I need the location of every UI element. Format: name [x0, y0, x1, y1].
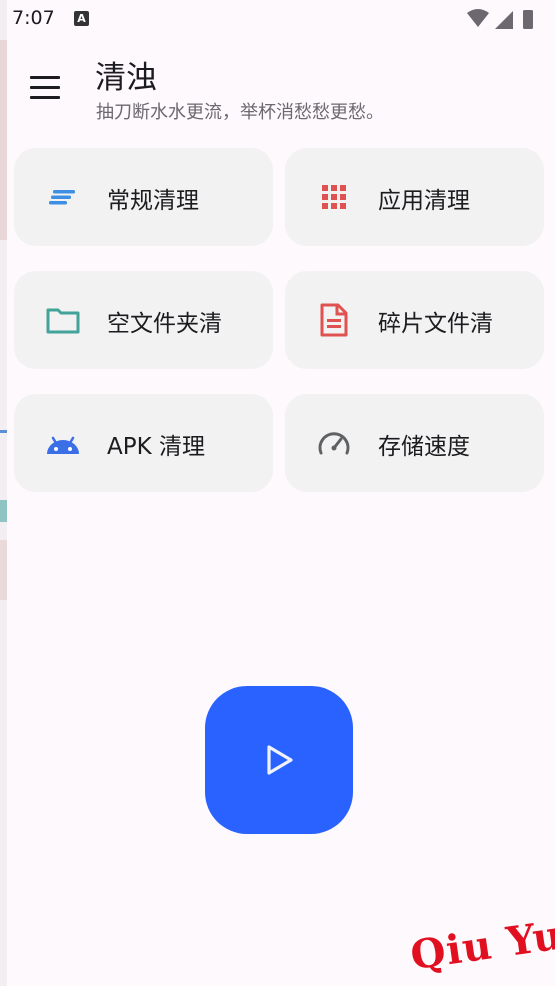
grid-icon — [322, 185, 346, 209]
status-icons — [467, 9, 533, 29]
android-icon — [47, 436, 79, 454]
lines-icon — [49, 190, 75, 205]
edge-bar — [0, 500, 7, 522]
status-bar: 7:07 A — [7, 0, 555, 38]
tile-label: 碎片文件清 — [378, 311, 493, 337]
battery-icon — [523, 10, 533, 29]
tile-label: 应用清理 — [378, 188, 470, 214]
app-subtitle: 抽刀断水水更流，举杯消愁愁更愁。 — [96, 102, 384, 123]
tile-storage-speed[interactable]: 存储速度 — [285, 394, 544, 492]
tile-apk-clean[interactable]: APK 清理 — [14, 394, 273, 492]
text-a-icon: A — [74, 11, 89, 26]
status-time: 7:07 — [12, 7, 55, 29]
edge-image — [0, 40, 7, 240]
app-title: 清浊 — [95, 60, 157, 96]
wifi-icon — [467, 9, 489, 27]
tile-label: APK 清理 — [107, 434, 205, 460]
folder-icon — [46, 308, 80, 334]
hamburger-menu-icon[interactable] — [25, 70, 65, 104]
tile-app-clean[interactable]: 应用清理 — [285, 148, 544, 246]
document-icon — [320, 303, 348, 337]
tile-label: 常规清理 — [107, 188, 199, 214]
background-app-edge — [0, 0, 7, 986]
cell-signal-icon — [495, 11, 513, 29]
speedometer-icon — [318, 432, 350, 455]
watermark: Qiu Yue — [407, 907, 555, 980]
screen: 7:07 A 清浊 抽刀断水水更流，举杯消愁愁更愁。 常规清理 应用清理 空文件… — [0, 0, 555, 986]
edge-image-2 — [0, 540, 7, 600]
start-clean-button[interactable] — [205, 686, 353, 834]
tile-general-clean[interactable]: 常规清理 — [14, 148, 273, 246]
tile-label: 空文件夹清 — [107, 311, 222, 337]
tile-fragment-file-clean[interactable]: 碎片文件清 — [285, 271, 544, 369]
play-icon — [267, 745, 293, 775]
tile-label: 存储速度 — [378, 434, 470, 460]
edge-line — [0, 430, 7, 433]
tile-empty-folder-clean[interactable]: 空文件夹清 — [14, 271, 273, 369]
